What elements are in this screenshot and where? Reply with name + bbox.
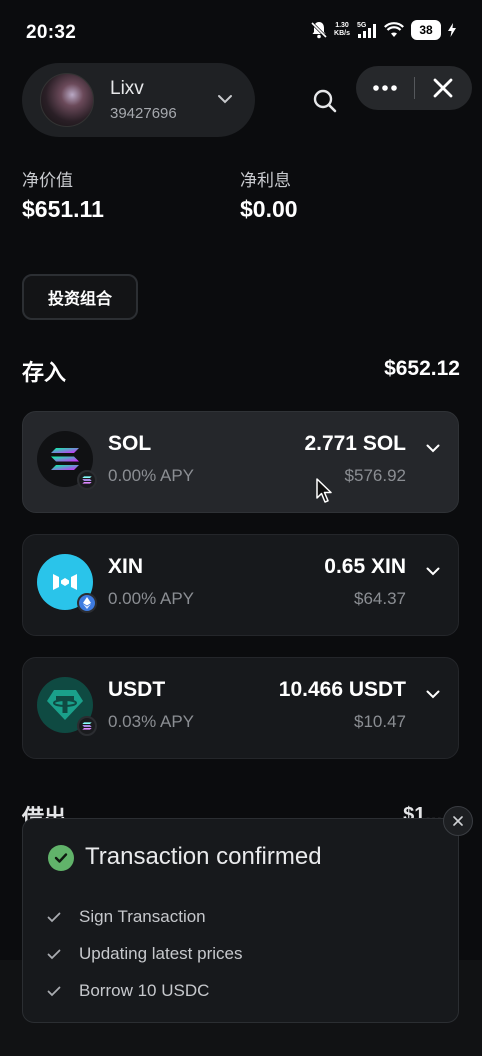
- token-symbol: SOL: [108, 432, 152, 455]
- solana-chain-icon: [77, 716, 97, 736]
- step-label: Updating latest prices: [79, 944, 243, 963]
- account-switcher[interactable]: Lixv 39427696: [22, 63, 255, 137]
- check-icon: [47, 986, 65, 997]
- token-symbol: XIN: [108, 555, 144, 578]
- battery-indicator: 38: [411, 20, 441, 40]
- token-usd-value: $10.47: [354, 712, 406, 731]
- net-interest: $0.00: [240, 196, 298, 222]
- mini-app-capsule: [356, 66, 472, 110]
- toast-step: Borrow 10 USDC: [47, 981, 209, 1001]
- account-name: Lixv: [110, 78, 144, 99]
- asset-card-sol[interactable]: SOL 0.00% APY 2.771 SOL $576.92: [22, 411, 459, 513]
- asset-card-xin[interactable]: XIN 0.00% APY 0.65 XIN $64.37: [22, 534, 459, 636]
- search-icon[interactable]: [312, 88, 340, 116]
- toast-close-icon[interactable]: [443, 806, 473, 836]
- deposit-total: $652.12: [384, 357, 460, 380]
- chevron-down-icon[interactable]: [426, 686, 440, 704]
- portfolio-button[interactable]: 投资组合: [22, 274, 138, 320]
- step-label: Sign Transaction: [79, 907, 206, 926]
- check-icon: [47, 949, 65, 960]
- solana-chain-icon: [77, 470, 97, 490]
- token-usd-value: $576.92: [344, 466, 406, 485]
- close-icon[interactable]: [415, 66, 473, 110]
- more-options-icon[interactable]: [356, 66, 414, 110]
- mute-bell-icon: [311, 21, 328, 39]
- token-amount: 2.771 SOL: [304, 432, 406, 455]
- wifi-icon: [384, 22, 404, 38]
- deposit-title: 存入: [22, 360, 67, 385]
- svg-text:5G: 5G: [357, 22, 367, 29]
- net-value-label: 净价值: [22, 171, 73, 190]
- transaction-toast: Transaction confirmed Sign Transaction U…: [22, 818, 459, 1023]
- step-label: Borrow 10 USDC: [79, 981, 210, 1000]
- net-value: $651.11: [22, 196, 104, 222]
- avatar: [40, 73, 94, 127]
- chevron-down-icon[interactable]: [426, 440, 440, 458]
- asset-card-usdt[interactable]: USDT 0.03% APY 10.466 USDT $10.47: [22, 657, 459, 759]
- net-interest-label: 净利息: [240, 171, 291, 190]
- toast-step: Updating latest prices: [47, 944, 242, 964]
- charging-icon: [448, 23, 456, 37]
- token-apy: 0.03% APY: [108, 712, 195, 731]
- token-amount: 0.65 XIN: [324, 555, 406, 578]
- toast-title: Transaction confirmed: [85, 843, 322, 870]
- status-time: 20:32: [26, 22, 77, 43]
- token-apy: 0.00% APY: [108, 589, 195, 608]
- account-id: 39427696: [110, 105, 177, 122]
- status-icons: 1.30 KB/s 5G 38: [311, 20, 456, 40]
- token-symbol: USDT: [108, 678, 166, 701]
- mouse-cursor-icon: [316, 478, 334, 509]
- check-circle-icon: [48, 845, 74, 871]
- chevron-down-icon: [217, 91, 233, 109]
- token-usd-value: $64.37: [354, 589, 406, 608]
- token-amount: 10.466 USDT: [278, 678, 406, 701]
- token-apy: 0.00% APY: [108, 466, 195, 485]
- net-speed: 1.30 KB/s: [334, 22, 350, 37]
- ethereum-chain-icon: [77, 593, 97, 613]
- check-icon: [47, 912, 65, 923]
- chevron-down-icon[interactable]: [426, 563, 440, 581]
- cell-signal-icon: 5G: [357, 21, 377, 39]
- toast-step: Sign Transaction: [47, 907, 206, 927]
